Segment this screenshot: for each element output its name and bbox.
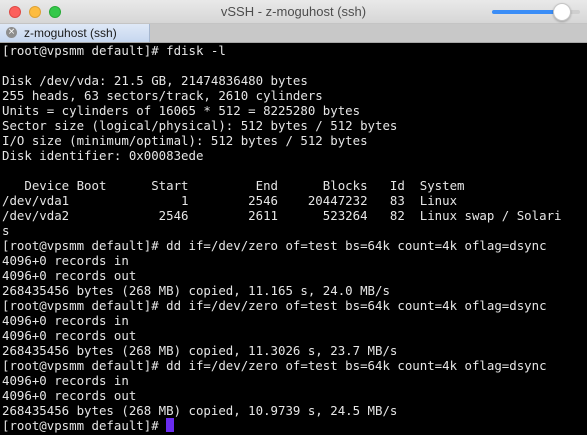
terminal-line: [root@vpsmm default]# dd if=/dev/zero of… (2, 238, 547, 253)
ssh-window: vSSH - z-moguhost (ssh) × z-moguhost (ss… (0, 0, 587, 435)
terminal-line: Units = cylinders of 16065 * 512 = 82252… (2, 103, 361, 118)
terminal-line: /dev/vda2 2546 2611 523264 82 Linux swap… (2, 208, 562, 223)
terminal-line: 4096+0 records out (2, 268, 137, 283)
terminal-line: 268435456 bytes (268 MB) copied, 11.3026… (2, 343, 398, 358)
terminal-line: I/O size (minimum/optimal): 512 bytes / … (2, 133, 368, 148)
shell-prompt: [root@vpsmm default]# (2, 418, 167, 433)
terminal-line: 268435456 bytes (268 MB) copied, 11.165 … (2, 283, 390, 298)
terminal-line: Device Boot Start End Blocks Id System (2, 178, 465, 193)
terminal-line: s (2, 223, 10, 238)
terminal-line: [root@vpsmm default]# fdisk -l (2, 43, 226, 58)
close-tab-icon[interactable]: × (6, 27, 17, 38)
terminal-line: Sector size (logical/physical): 512 byte… (2, 118, 398, 133)
prompt-line: [root@vpsmm default]# (2, 418, 587, 433)
terminal-line: Disk /dev/vda: 21.5 GB, 21474836480 byte… (2, 73, 308, 88)
terminal-line: [root@vpsmm default]# dd if=/dev/zero of… (2, 298, 547, 313)
tab-bar: × z-moguhost (ssh) (0, 24, 587, 43)
text-cursor (166, 418, 175, 432)
terminal-line: 4096+0 records in (2, 373, 129, 388)
terminal-line: Disk identifier: 0x00083ede (2, 148, 204, 163)
font-size-slider-fill (492, 10, 563, 14)
tab-z-moguhost[interactable]: × z-moguhost (ssh) (0, 24, 150, 42)
tab-label: z-moguhost (ssh) (24, 26, 117, 40)
terminal-line: 4096+0 records in (2, 313, 129, 328)
terminal-line: 255 heads, 63 sectors/track, 2610 cylind… (2, 88, 323, 103)
terminal-line: 4096+0 records out (2, 328, 137, 343)
font-size-slider[interactable] (492, 3, 580, 21)
terminal-line: 4096+0 records in (2, 253, 129, 268)
terminal-line: 268435456 bytes (268 MB) copied, 10.9739… (2, 403, 398, 418)
title-bar[interactable]: vSSH - z-moguhost (ssh) (0, 0, 587, 24)
terminal-output[interactable]: [root@vpsmm default]# fdisk -l Disk /dev… (0, 43, 587, 435)
terminal-line: 4096+0 records out (2, 388, 137, 403)
terminal-line: /dev/vda1 1 2546 20447232 83 Linux (2, 193, 458, 208)
terminal-line: [root@vpsmm default]# dd if=/dev/zero of… (2, 358, 547, 373)
